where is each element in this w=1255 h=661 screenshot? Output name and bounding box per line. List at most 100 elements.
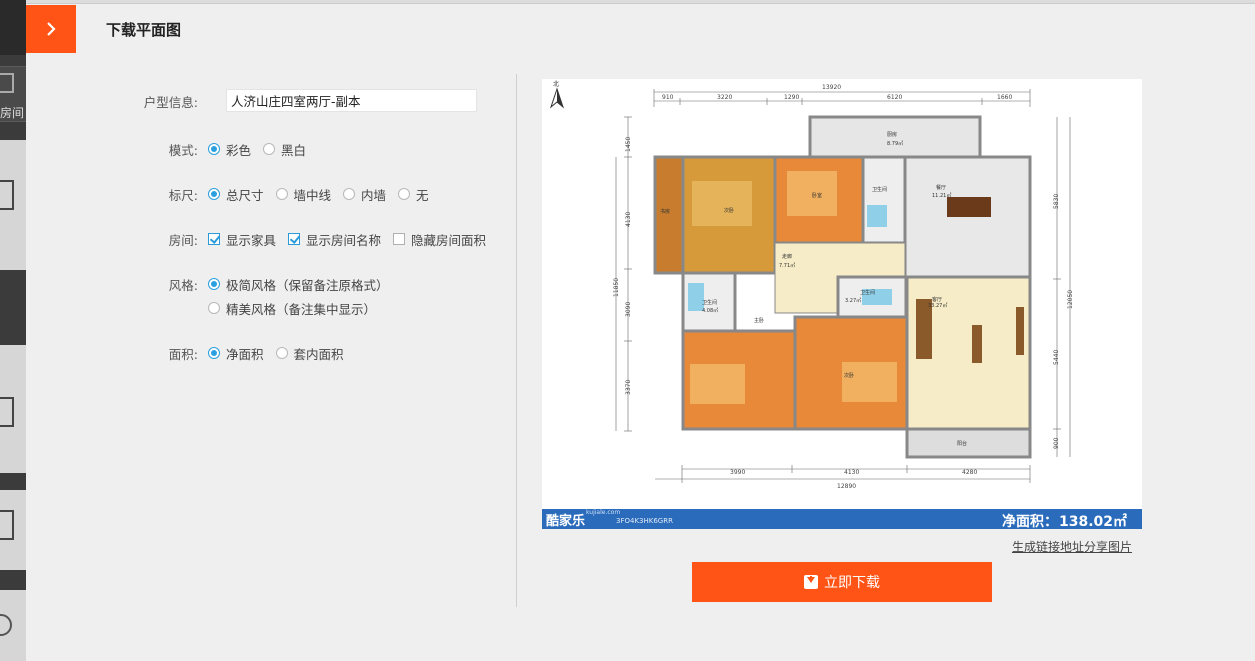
area-row: 面积: 净面积 套内面积 [100, 342, 356, 364]
style-fine-option[interactable]: 精美风格（备注集中显示） [208, 299, 376, 318]
dim-label: 5440 [1053, 350, 1060, 365]
room-tool-label: 房间 [0, 106, 25, 120]
room-label: 阳台 [957, 440, 967, 447]
radio[interactable] [275, 188, 288, 200]
dim-top-total: 13920 [822, 84, 841, 91]
room-area: 8.79㎡ [887, 140, 903, 147]
pencil-icon [0, 73, 14, 93]
ruler-row: 标尺: 总尺寸 墙中线 内墙 无 [100, 183, 441, 205]
ruler-total-option[interactable]: 总尺寸 [208, 185, 264, 204]
room-label: 卫生间 [872, 186, 887, 193]
option-label: 极简风格（保留备注原格式） [226, 277, 389, 293]
dim-label: 4130 [625, 212, 632, 227]
svg-text:北: 北 [553, 80, 559, 88]
dim-label: 6120 [887, 94, 902, 101]
house-info-row: 户型信息: [100, 90, 208, 112]
option-label: 墙中线 [293, 187, 332, 203]
editor-sidebar: 房间 [0, 0, 26, 661]
radio[interactable] [263, 143, 276, 155]
wall-icon[interactable] [0, 510, 14, 540]
download-label: 立即下载 [824, 575, 880, 591]
plan-footer-bar: 酷家乐 kujiale.com 3FO4K3HK6GRR 净面积： 138.02… [542, 509, 1142, 530]
mode-bw-option[interactable]: 黑白 [263, 140, 306, 159]
style-minimal-option[interactable]: 极简风格（保留备注原格式） [208, 275, 389, 294]
brand-logo: 酷家乐 [546, 514, 586, 529]
house-info-label: 户型信息: [143, 94, 198, 110]
dim-label: 1450 [625, 137, 632, 152]
option-label: 隐藏房间面积 [411, 232, 487, 248]
editor-toolbar-top [0, 0, 26, 55]
floor-plan-rooms [653, 115, 1032, 459]
net-area-label: 净面积： [1002, 514, 1058, 530]
dim-right-total: 12050 [1067, 290, 1074, 309]
show-furniture-option[interactable]: 显示家具 [208, 230, 276, 249]
ruler-inner-option[interactable]: 内墙 [343, 185, 386, 204]
checkbox-checked[interactable] [288, 233, 301, 245]
option-label: 套内面积 [293, 346, 344, 362]
room-area: 4.08㎡ [702, 307, 718, 314]
radio-selected[interactable] [208, 278, 220, 290]
room-label: 厨房 [887, 131, 897, 138]
room-label: 主卧 [754, 317, 764, 324]
room-label: 书房 [660, 208, 670, 215]
share-link[interactable]: 生成链接地址分享图片 [1012, 538, 1132, 555]
radio-selected[interactable] [208, 347, 220, 359]
page-title: 下载平面图 [106, 21, 182, 39]
window-icon[interactable] [0, 397, 14, 427]
ruler-none-option[interactable]: 无 [398, 185, 429, 204]
north-arrow-icon: 北 [549, 80, 565, 109]
tool-panel-1 [0, 140, 26, 270]
dim-label: 3220 [717, 94, 732, 101]
ruler-wall-center-option[interactable]: 墙中线 [275, 185, 332, 204]
show-room-name-option[interactable]: 显示房间名称 [288, 230, 381, 249]
radio-selected[interactable] [208, 188, 220, 200]
circle-icon[interactable] [0, 614, 12, 636]
option-label: 净面积 [226, 346, 264, 362]
room-label: 卧室 [812, 192, 822, 199]
tool-panel-3 [0, 490, 26, 570]
radio[interactable] [343, 188, 356, 200]
dim-bottom-total: 12890 [837, 483, 856, 490]
collapse-panel-button[interactable] [26, 5, 76, 53]
radio[interactable] [208, 302, 220, 314]
hide-room-area-option[interactable]: 隐藏房间面积 [393, 230, 486, 249]
dim-label: 3090 [625, 302, 632, 317]
room-label: 房间: [168, 232, 198, 248]
floor-plan-preview: 北 13920 910 3220 1290 6120 1660 3990 413… [542, 79, 1142, 529]
net-area-value: 138.02㎡ [1059, 514, 1128, 530]
room-label: 客厅 [932, 296, 942, 303]
area-inner-option[interactable]: 套内面积 [275, 344, 344, 363]
brand-site: kujiale.com [586, 509, 621, 516]
radio[interactable] [275, 347, 288, 359]
room-label: 走廊 [782, 253, 792, 260]
mode-label: 模式: [168, 142, 198, 158]
room-area: 33.27㎡ [928, 302, 947, 309]
download-icon [804, 575, 818, 589]
mode-color-option[interactable]: 彩色 [208, 140, 251, 159]
plan-code: 3FO4K3HK6GRR [616, 517, 673, 525]
house-info-input[interactable] [226, 89, 477, 112]
door-icon[interactable] [0, 180, 14, 210]
room-area: 7.71㎡ [779, 262, 795, 269]
radio-selected[interactable] [208, 143, 220, 155]
option-label: 显示家具 [226, 232, 277, 248]
room-label: 次卧 [844, 372, 854, 379]
checkbox[interactable] [393, 233, 406, 245]
dim-label: 3370 [625, 380, 632, 395]
room-label: 餐厅 [936, 184, 946, 191]
floor-plan-drawing: 北 13920 910 3220 1290 6120 1660 3990 413… [549, 80, 1074, 490]
option-label: 总尺寸 [226, 187, 264, 203]
option-label: 彩色 [226, 142, 252, 158]
checkbox-checked[interactable] [208, 233, 220, 245]
area-net-option[interactable]: 净面积 [208, 344, 264, 363]
dim-label: 1290 [784, 94, 799, 101]
window-top-edge [26, 0, 1255, 4]
room-label: 次卧 [724, 207, 734, 214]
radio[interactable] [398, 188, 411, 200]
vertical-divider [516, 74, 517, 607]
download-button[interactable]: 立即下载 [692, 562, 992, 602]
option-label: 无 [416, 187, 429, 203]
style-label: 风格: [168, 277, 198, 293]
area-label: 面积: [168, 346, 198, 362]
tool-panel-2 [0, 345, 26, 473]
